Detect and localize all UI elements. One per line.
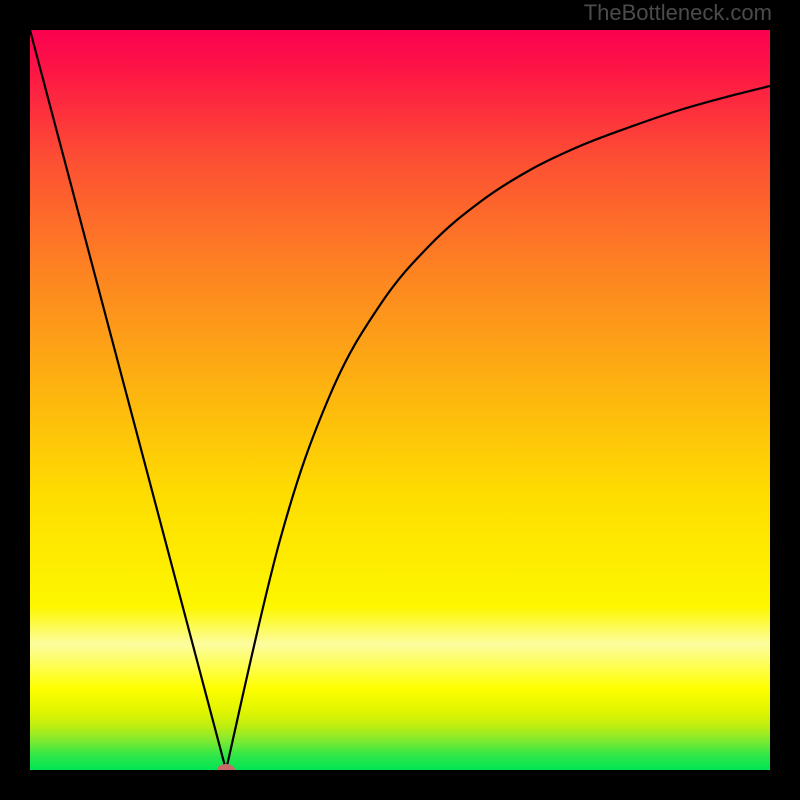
watermark-attribution: TheBottleneck.com (584, 0, 772, 26)
chart-svg (30, 30, 770, 770)
plot-area (30, 30, 770, 770)
plot-background (30, 30, 770, 770)
